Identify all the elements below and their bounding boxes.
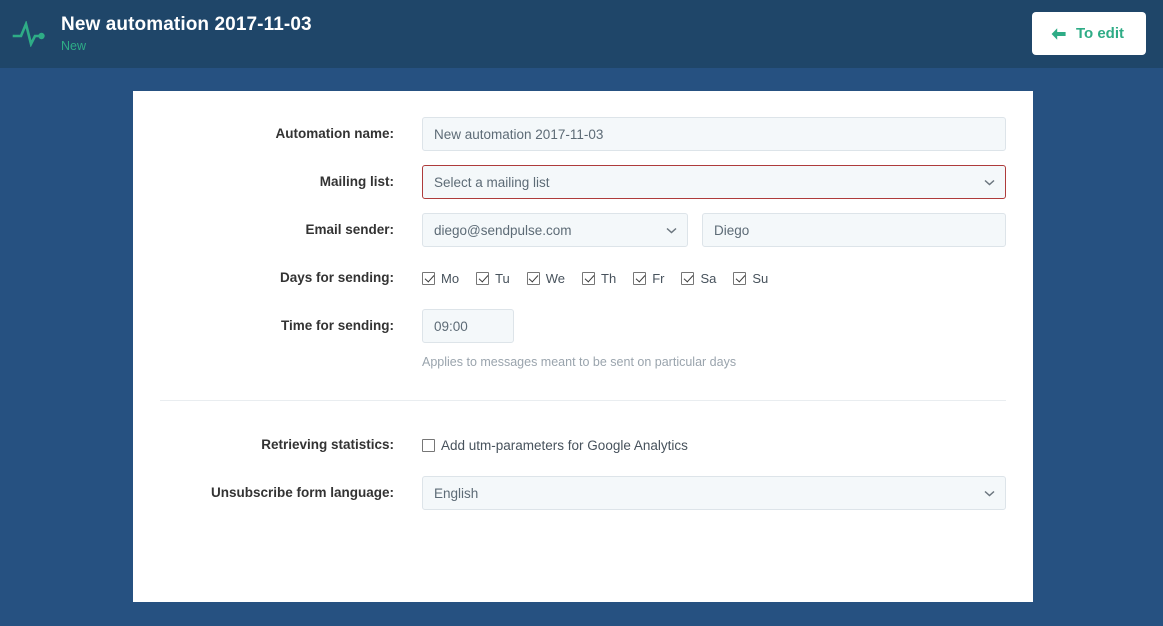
automation-name-field-area [422,117,1033,151]
day-checkbox-fr[interactable]: Fr [633,271,664,286]
utm-checkbox[interactable] [422,439,435,452]
mailing-list-select-wrap: Select a mailing list [422,165,1006,199]
row-email-sender: Email sender: diego@sendpulse.com [133,213,1033,247]
retrieving-statistics-label: Retrieving statistics: [133,428,422,462]
day-checkbox-we[interactable]: We [527,271,565,286]
sender-name-wrap [702,213,1006,247]
utm-checkbox-label: Add utm-parameters for Google Analytics [441,438,688,453]
utm-checkbox-row[interactable]: Add utm-parameters for Google Analytics [422,428,1006,462]
page-title: New automation 2017-11-03 [61,15,312,36]
page-body: Automation name: Mailing list: Select a … [0,68,1163,626]
utm-field-area: Add utm-parameters for Google Analytics [422,428,1033,462]
day-checkbox-sa[interactable]: Sa [681,271,716,286]
mailing-list-field-area: Select a mailing list [422,165,1033,199]
app-header: New automation 2017-11-03 New To edit [0,0,1163,68]
email-sender-select[interactable]: diego@sendpulse.com [422,213,688,247]
row-unsubscribe-language: Unsubscribe form language: English [133,476,1033,510]
time-for-sending-label: Time for sending: [133,309,422,343]
row-retrieving-statistics: Retrieving statistics: Add utm-parameter… [133,428,1033,462]
days-for-sending-label: Days for sending: [133,261,422,295]
automation-name-label: Automation name: [133,117,422,151]
unsubscribe-language-label: Unsubscribe form language: [133,476,422,510]
to-edit-label: To edit [1076,25,1124,42]
row-time-for-sending: Time for sending: Applies to messages me… [133,309,1033,369]
mailing-list-label: Mailing list: [133,165,422,199]
checkbox-icon[interactable] [582,272,595,285]
day-checkbox-th[interactable]: Th [582,271,616,286]
pulse-wave-icon [7,12,51,56]
brand: New automation 2017-11-03 New [7,12,312,56]
email-sender-field-area: diego@sendpulse.com [422,213,1033,247]
time-for-sending-input[interactable] [422,309,514,343]
checkbox-icon[interactable] [633,272,646,285]
checkbox-icon[interactable] [681,272,694,285]
day-label: We [546,271,565,286]
day-checkbox-tu[interactable]: Tu [476,271,510,286]
day-label: Fr [652,271,664,286]
unsubscribe-language-select-wrap: English [422,476,1006,510]
checkbox-icon[interactable] [527,272,540,285]
time-field-area: Applies to messages meant to be sent on … [422,309,1033,369]
sender-name-input[interactable] [702,213,1006,247]
checkbox-icon[interactable] [733,272,746,285]
email-sender-group: diego@sendpulse.com [422,213,1006,247]
row-mailing-list: Mailing list: Select a mailing list [133,165,1033,199]
row-days-for-sending: Days for sending: Mo Tu We Th Fr Sa Su [133,261,1033,295]
mailing-list-select[interactable]: Select a mailing list [422,165,1006,199]
day-checkbox-mo[interactable]: Mo [422,271,459,286]
email-sender-label: Email sender: [133,213,422,247]
automation-name-input[interactable] [422,117,1006,151]
checkbox-icon[interactable] [422,272,435,285]
day-label: Su [752,271,768,286]
time-helper-text: Applies to messages meant to be sent on … [422,355,1006,369]
arrow-left-icon [1050,27,1067,41]
day-label: Sa [700,271,716,286]
section-divider [160,400,1006,401]
to-edit-button[interactable]: To edit [1032,12,1146,55]
unsubscribe-language-field-area: English [422,476,1033,510]
checkbox-icon[interactable] [476,272,489,285]
day-label: Th [601,271,616,286]
row-automation-name: Automation name: [133,117,1033,151]
title-block: New automation 2017-11-03 New [61,15,312,54]
days-field-area: Mo Tu We Th Fr Sa Su [422,261,1033,295]
status-badge: New [61,40,312,54]
day-label: Mo [441,271,459,286]
settings-card: Automation name: Mailing list: Select a … [133,91,1033,602]
unsubscribe-language-select[interactable]: English [422,476,1006,510]
day-checkbox-su[interactable]: Su [733,271,768,286]
email-sender-select-wrap: diego@sendpulse.com [422,213,688,247]
day-label: Tu [495,271,510,286]
days-checkbox-group: Mo Tu We Th Fr Sa Su [422,261,1006,295]
